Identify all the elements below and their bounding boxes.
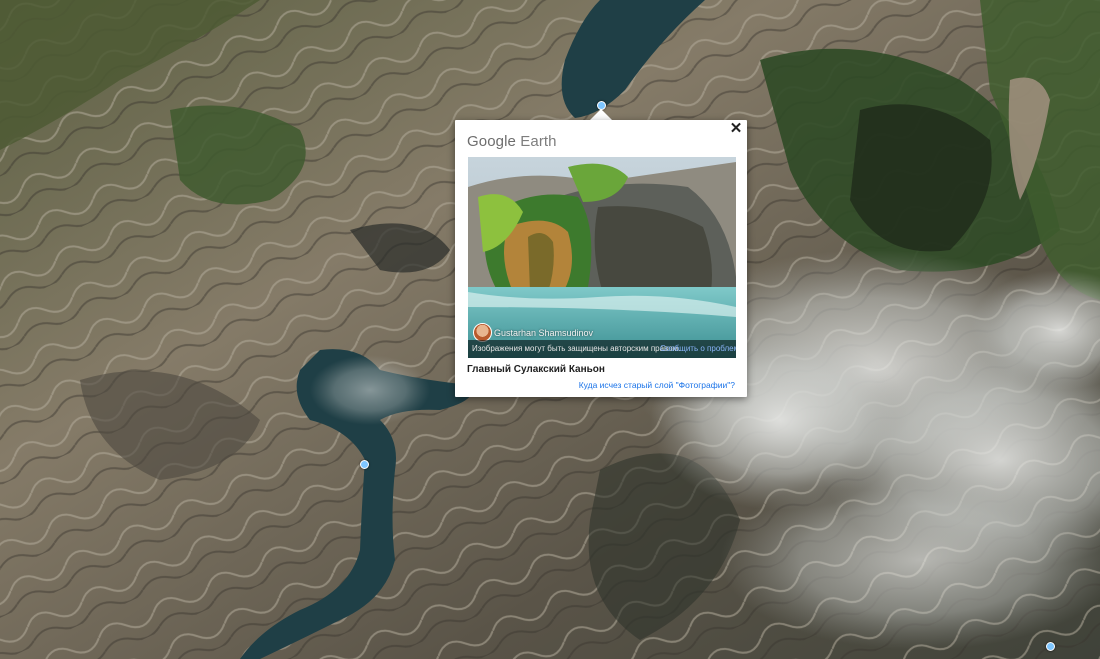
location-pin-icon[interactable] xyxy=(1046,642,1055,651)
location-pin-icon[interactable] xyxy=(360,460,369,469)
report-problem-link[interactable]: Сообщить о проблеме xyxy=(660,344,736,353)
brand-google: Google xyxy=(467,133,516,150)
brand-earth: Earth xyxy=(520,133,557,150)
place-photo[interactable]: Gustarhan Shamsudinov Изображения могут … xyxy=(468,157,736,358)
info-popup: ✕ Google Earth Gustarhan Shamsudinov Изо… xyxy=(455,120,747,397)
google-earth-logo: Google Earth xyxy=(467,133,557,150)
photo-footer-bar: Изображения могут быть защищены авторски… xyxy=(468,340,736,358)
photos-layer-help-link[interactable]: Куда исчез старый слой "Фотографии"? xyxy=(579,380,735,390)
close-icon[interactable]: ✕ xyxy=(727,120,745,138)
place-title: Главный Сулакский Каньон xyxy=(467,364,605,375)
author-name[interactable]: Gustarhan Shamsudinov xyxy=(494,328,593,338)
copyright-notice: Изображения могут быть защищены авторски… xyxy=(472,344,681,353)
satellite-map[interactable]: ✕ Google Earth Gustarhan Shamsudinov Изо… xyxy=(0,0,1100,659)
